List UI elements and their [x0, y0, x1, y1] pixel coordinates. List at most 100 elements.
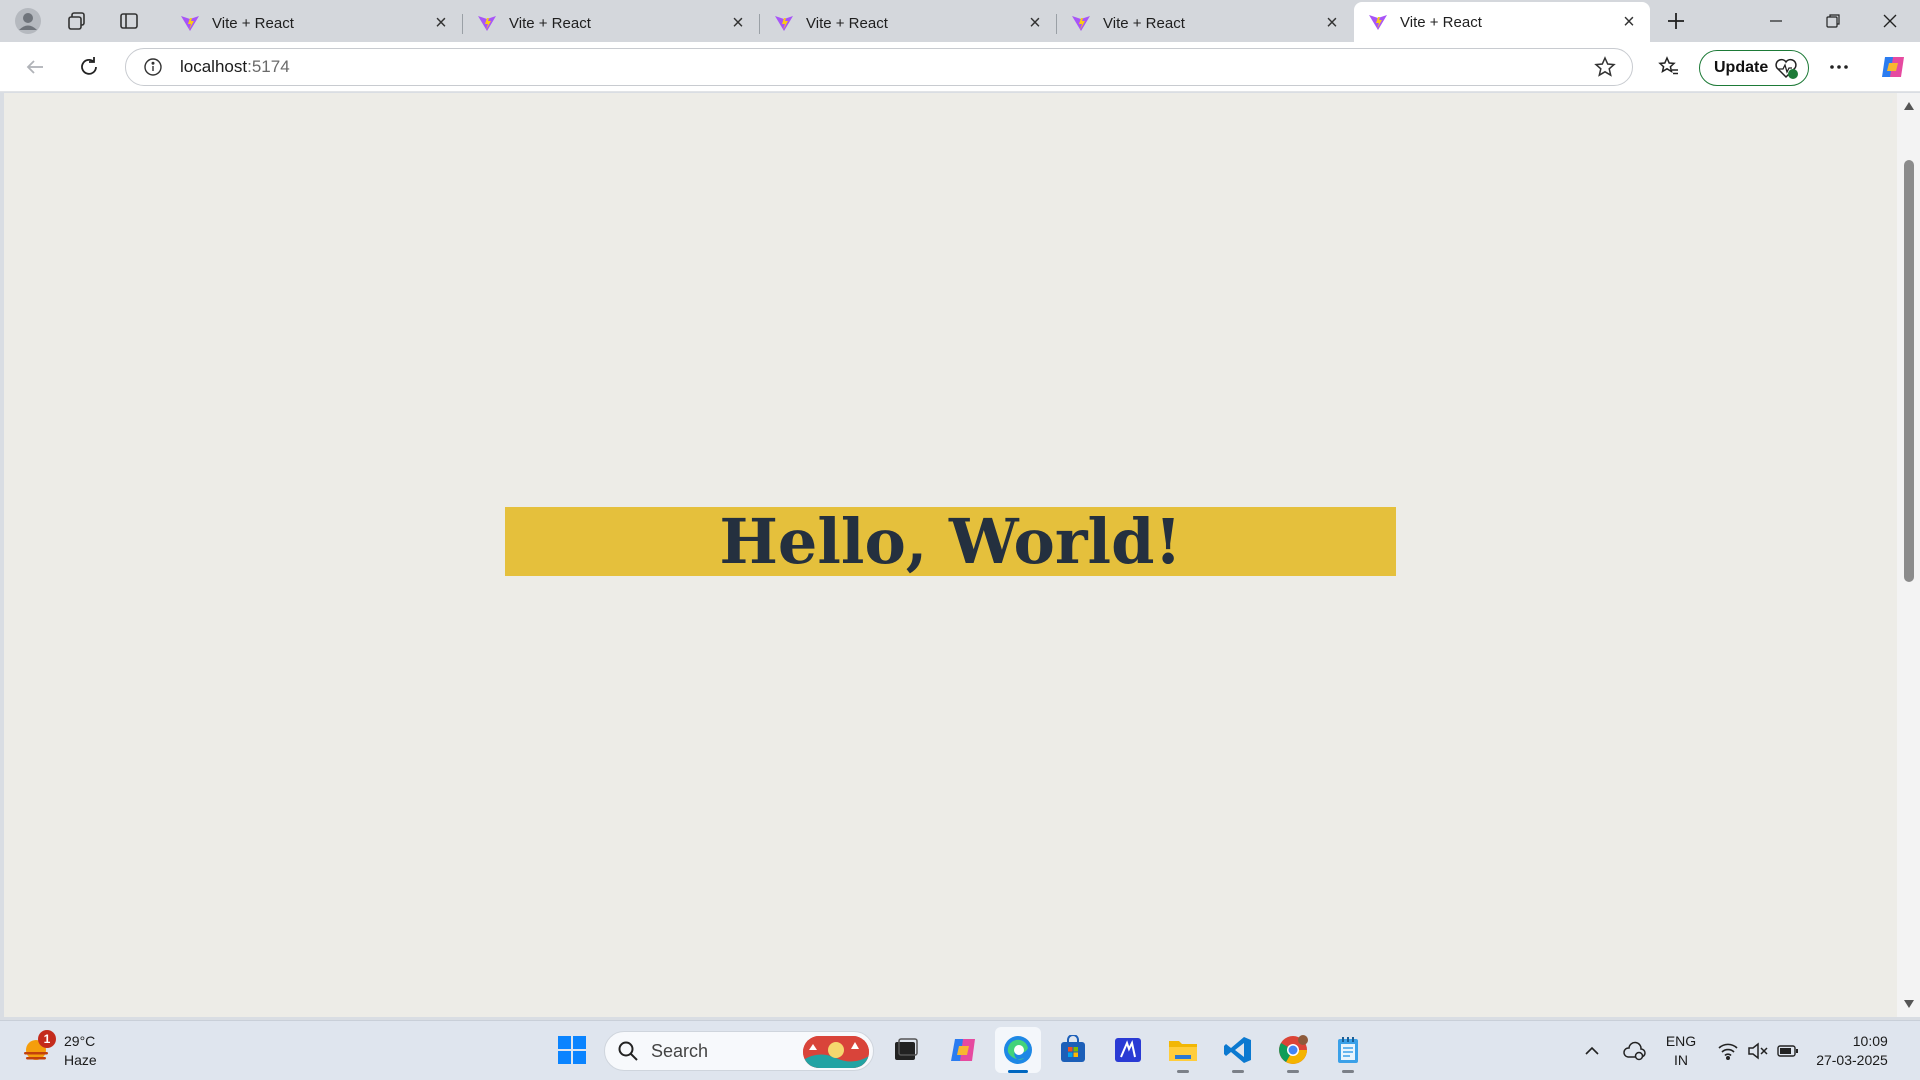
address-bar[interactable]: localhost:5174 [125, 48, 1633, 86]
tab-close-button[interactable]: × [1024, 12, 1046, 34]
update-label: Update [1714, 59, 1769, 76]
more-dots-icon [1830, 65, 1848, 69]
tab-title: Vite + React [1400, 13, 1482, 31]
tab[interactable]: Vite + React × [760, 4, 1057, 42]
cloud-sync-icon [1623, 1041, 1646, 1061]
browser-toolbar: localhost:5174 Update [0, 42, 1920, 92]
profile-button[interactable] [12, 5, 44, 37]
taskbar-app-edge[interactable] [995, 1027, 1041, 1073]
minimize-button[interactable] [1748, 0, 1804, 42]
tab-active[interactable]: Vite + React × [1354, 2, 1650, 42]
info-icon [144, 58, 162, 76]
close-window-button[interactable] [1862, 0, 1918, 42]
url-host: localhost [180, 57, 248, 76]
weather-condition: Haze [64, 1052, 97, 1068]
copilot-icon [1882, 57, 1904, 77]
task-view-icon [895, 1038, 918, 1060]
scroll-up-arrow-icon[interactable] [1903, 101, 1915, 111]
vite-favicon-icon [478, 16, 496, 31]
search-icon [618, 1041, 638, 1061]
taskbar-app-task-view[interactable] [883, 1027, 929, 1073]
tab-close-button[interactable]: × [1321, 12, 1343, 34]
restore-button[interactable] [1805, 0, 1861, 42]
vscode-icon [1224, 1037, 1251, 1063]
language-line2: IN [1674, 1052, 1688, 1068]
vertical-tabs-button[interactable] [113, 5, 145, 37]
show-hidden-icons-button[interactable] [1580, 1035, 1604, 1067]
weather-haze-icon: 1 [20, 1030, 56, 1068]
vertical-scrollbar[interactable] [1897, 93, 1920, 1017]
edge-icon [1004, 1036, 1032, 1064]
battery-icon [1777, 1045, 1798, 1057]
tab[interactable]: Vite + React × [1057, 4, 1353, 42]
weather-temperature: 29°C [64, 1033, 96, 1049]
taskbar-app-vscode[interactable] [1215, 1027, 1261, 1073]
copilot-icon [951, 1039, 975, 1061]
weather-alert-badge: 1 [38, 1030, 56, 1048]
favorites-icon [1658, 56, 1678, 75]
taskbar-app-copilot[interactable] [940, 1027, 986, 1073]
start-button[interactable] [549, 1027, 595, 1073]
tab-title: Vite + React [212, 14, 294, 32]
store-icon [1061, 1035, 1085, 1062]
clock-time: 10:09 [1852, 1033, 1888, 1049]
hello-banner: Hello, World! [505, 507, 1396, 576]
tab-close-button[interactable]: × [430, 12, 452, 34]
wifi-icon [1718, 1043, 1738, 1060]
vite-favicon-icon [1072, 16, 1090, 31]
tab-title: Vite + React [806, 14, 888, 32]
tab-actions-icon [120, 13, 138, 29]
scrollbar-thumb[interactable] [1904, 160, 1914, 582]
site-info-button[interactable] [134, 49, 172, 85]
restore-icon [1826, 14, 1840, 28]
favorites-button[interactable] [1652, 51, 1686, 83]
taskbar-app-store[interactable] [1050, 1027, 1096, 1073]
tray-onedrive-button[interactable] [1620, 1035, 1648, 1067]
tray-network-button[interactable] [1714, 1035, 1742, 1067]
minimize-icon [1770, 20, 1782, 22]
tab[interactable]: Vite + React × [463, 4, 760, 42]
back-arrow-icon [26, 60, 43, 74]
language-indicator[interactable]: ENG IN [1660, 1033, 1702, 1068]
page-heading: Hello, World! [719, 504, 1182, 578]
chrome-icon [1279, 1035, 1308, 1064]
tab-close-button[interactable]: × [727, 12, 749, 34]
volume-muted-icon [1748, 1042, 1768, 1060]
tab-strip: Vite + React × Vite + React × Vite + Rea… [0, 0, 1920, 42]
clock-date: 27-03-2025 [1816, 1052, 1888, 1068]
star-icon [1594, 56, 1616, 77]
vite-favicon-icon [1369, 15, 1387, 30]
file-explorer-icon [1169, 1041, 1197, 1061]
tray-battery-button[interactable] [1774, 1035, 1802, 1067]
search-placeholder: Search [651, 1040, 709, 1061]
favorite-star-button[interactable] [1594, 56, 1616, 83]
copilot-button[interactable] [1876, 51, 1910, 83]
tab-close-button[interactable]: × [1618, 11, 1640, 33]
profile-icon [15, 8, 41, 34]
plus-icon [1668, 13, 1684, 29]
taskbar-app-notepad[interactable] [1325, 1027, 1371, 1073]
workspaces-icon [68, 12, 85, 30]
taskbar-search[interactable]: Search [604, 1031, 874, 1071]
app-icon [1115, 1038, 1141, 1062]
workspaces-button[interactable] [61, 5, 93, 37]
back-button[interactable] [18, 51, 52, 83]
update-heartbeat-icon [1775, 58, 1798, 79]
weather-widget[interactable]: 1 29°C Haze [20, 1029, 140, 1073]
tab[interactable]: Vite + React × [166, 4, 463, 42]
taskbar-app-chrome[interactable] [1270, 1027, 1316, 1073]
settings-more-button[interactable] [1822, 51, 1856, 83]
taskbar-app-file-explorer[interactable] [1160, 1027, 1206, 1073]
start-icon [558, 1036, 586, 1064]
tray-volume-button[interactable] [1744, 1035, 1772, 1067]
update-button[interactable]: Update [1699, 50, 1809, 86]
search-highlight-image [803, 1036, 869, 1068]
taskbar-app-generic[interactable] [1105, 1027, 1151, 1073]
vite-favicon-icon [775, 16, 793, 31]
scroll-down-arrow-icon[interactable] [1903, 999, 1915, 1009]
url-port: :5174 [247, 57, 290, 76]
taskbar-clock[interactable]: 10:09 27-03-2025 [1808, 1031, 1896, 1071]
close-icon [1883, 14, 1897, 28]
refresh-button[interactable] [72, 51, 106, 83]
new-tab-button[interactable] [1660, 5, 1692, 37]
